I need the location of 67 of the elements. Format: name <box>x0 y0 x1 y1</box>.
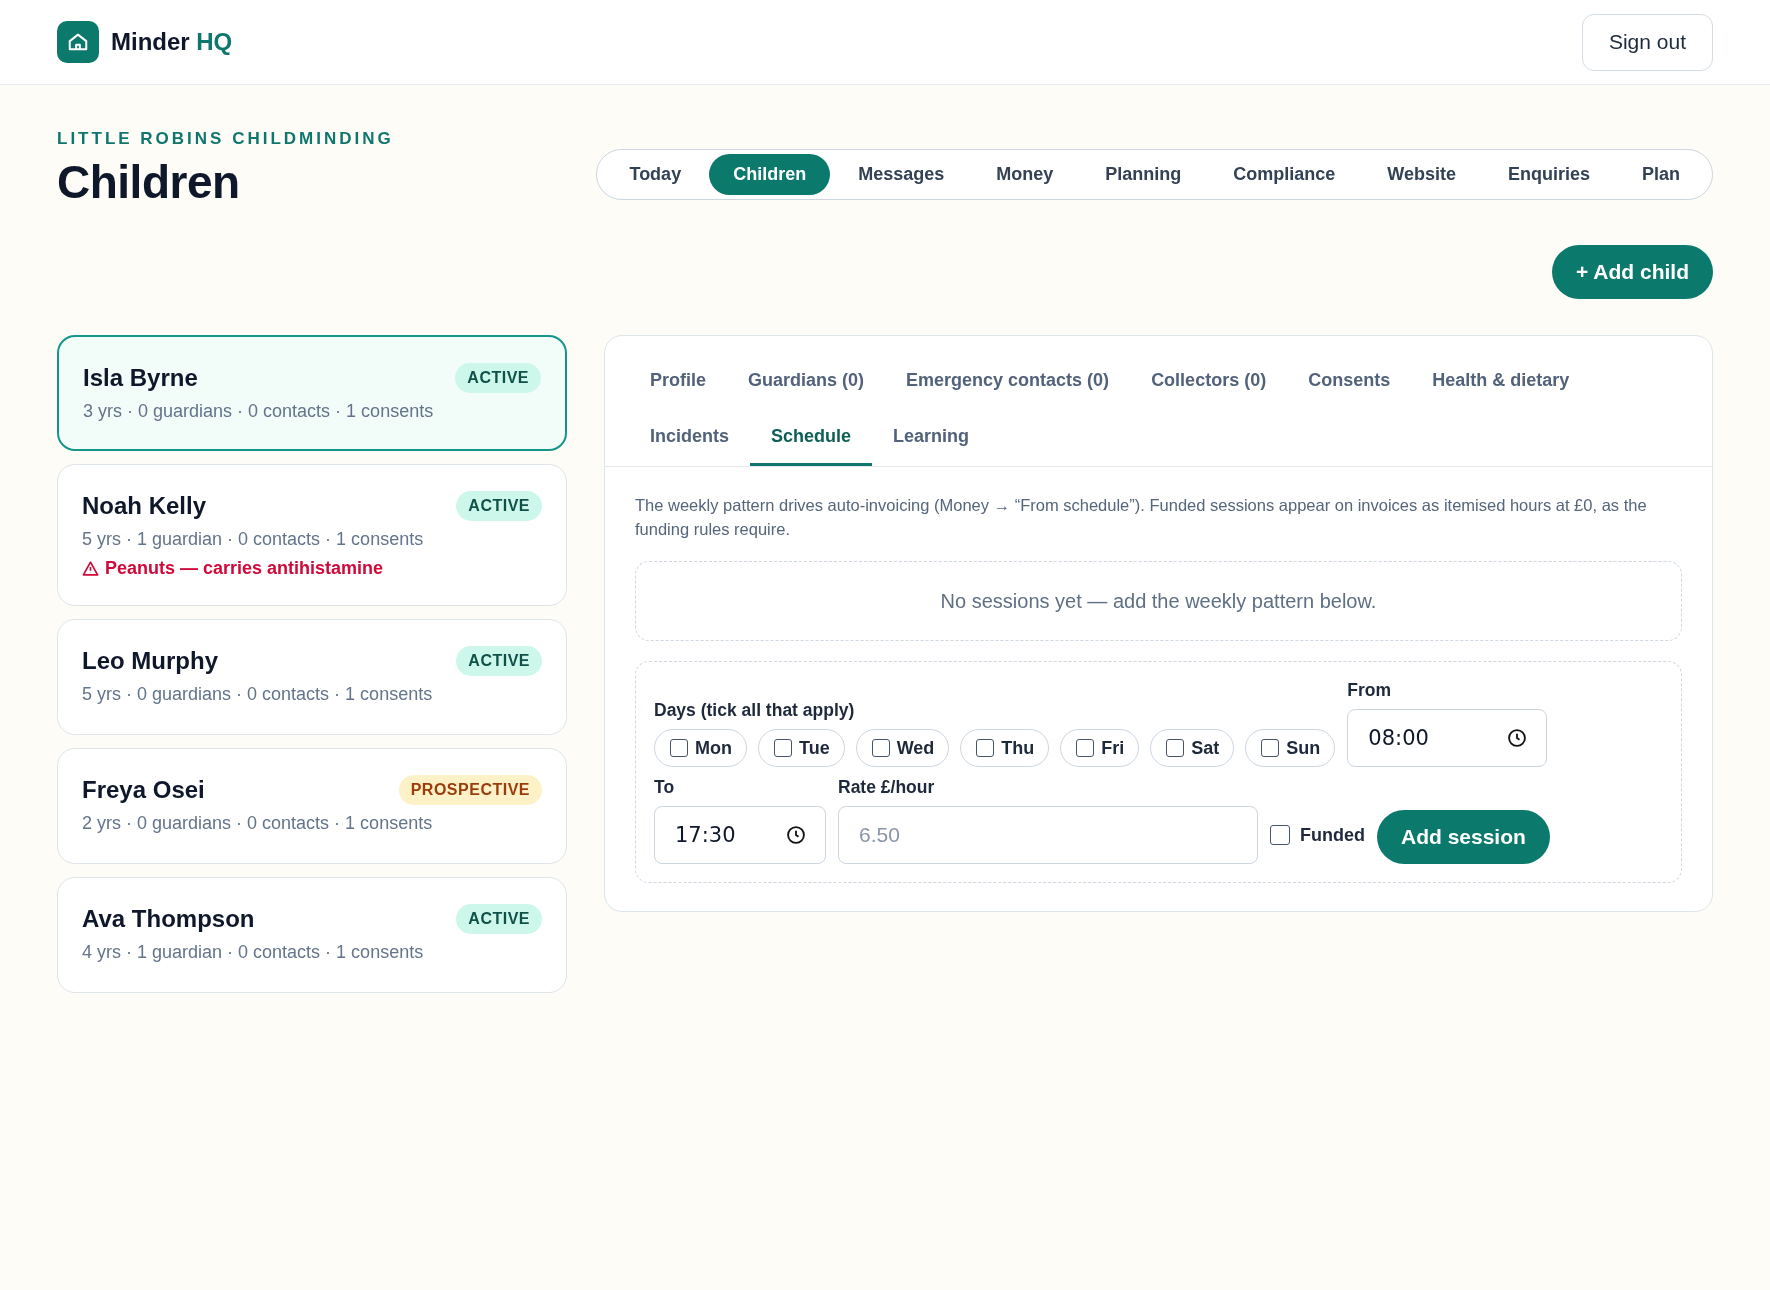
nav-tab[interactable]: Website <box>1363 154 1480 195</box>
day-checkbox[interactable]: Sun <box>1245 729 1336 767</box>
detail-tab[interactable]: Incidents <box>629 410 750 466</box>
detail-tab[interactable]: Consents <box>1287 354 1412 410</box>
child-summary: 2 yrs · 0 guardians · 0 contacts · 1 consents <box>82 813 434 834</box>
empty-message: No sessions yet — add the weekly pattern below. <box>940 589 1377 613</box>
to-time-field[interactable]: 17:30 <box>654 806 826 864</box>
business-name: LITTLE ROBINS CHILDMINDING <box>57 129 394 149</box>
detail-tab[interactable]: Collectors (0) <box>1130 354 1288 410</box>
brand-name: Minder <box>111 28 190 55</box>
warning-icon <box>82 560 99 577</box>
days-label: Days (tick all that apply) <box>654 700 856 721</box>
clock-icon <box>1507 728 1528 748</box>
sign-out-button[interactable]: Sign out <box>1581 13 1713 71</box>
child-name: Leo Murphy <box>82 647 218 675</box>
day-checkbox[interactable]: Wed <box>855 729 950 767</box>
child-name: Freya Osei <box>82 776 205 804</box>
status-badge: ACTIVE <box>455 363 541 393</box>
page-title: Children <box>57 155 241 209</box>
nav-tab[interactable]: Compliance <box>1209 154 1360 195</box>
nav-tab[interactable]: Planning <box>1081 154 1206 195</box>
allergy-note: Peanuts — carries antihistamine <box>105 558 384 579</box>
detail-tab[interactable]: Health & dietary <box>1411 354 1591 410</box>
child-summary: 4 yrs · 1 guardian · 0 contacts · 1 consents <box>82 942 425 963</box>
detail-tab[interactable]: Learning <box>872 410 991 466</box>
child-summary: 5 yrs · 1 guardian · 0 contacts · 1 consents <box>82 529 425 550</box>
logo-icon <box>57 21 99 63</box>
add-session-button[interactable]: Add session <box>1377 810 1550 864</box>
status-badge: PROSPECTIVE <box>398 775 542 805</box>
day-checkbox[interactable]: Thu <box>960 729 1050 767</box>
to-label: To <box>654 777 676 798</box>
child-summary: 5 yrs · 0 guardians · 0 contacts · 1 consents <box>82 684 434 705</box>
status-badge: ACTIVE <box>456 646 542 676</box>
day-checkbox[interactable]: Mon <box>654 729 747 767</box>
clock-icon <box>786 825 806 845</box>
nav-tab[interactable]: Enquiries <box>1483 154 1614 195</box>
rate-field[interactable]: 6.50 <box>838 806 1258 864</box>
status-badge: ACTIVE <box>456 904 542 934</box>
child-card[interactable]: Isla Byrne ACTIVE 3 yrs · 0 guardians · 0 contacts · 1 consents <box>57 335 567 451</box>
child-name: Isla Byrne <box>83 364 198 392</box>
child-name: Noah Kelly <box>82 492 207 520</box>
status-badge: ACTIVE <box>456 491 542 521</box>
detail-tab[interactable]: Profile <box>629 354 727 410</box>
brand-suffix: HQ <box>196 28 233 55</box>
child-card[interactable]: Ava Thompson ACTIVE 4 yrs · 1 guardian · 0 contacts · 1 consents <box>57 877 567 993</box>
from-label: From <box>1347 680 1393 701</box>
child-card[interactable]: Leo Murphy ACTIVE 5 yrs · 0 guardians · 0 contacts · 1 consents <box>57 619 567 735</box>
child-name: Ava Thompson <box>82 905 255 933</box>
detail-tab[interactable]: Schedule <box>750 410 873 466</box>
detail-tab[interactable]: Guardians (0) <box>727 354 886 410</box>
day-checkbox[interactable]: Tue <box>758 729 845 767</box>
schedule-intro: The weekly pattern drives auto-invoicing (Money → “From schedule”). Funded sessions appear on invoices as itemised hours at £0, as the funding rules require. <box>635 495 1648 540</box>
rate-label: Rate £/hour <box>838 777 936 798</box>
child-summary: 3 yrs · 0 guardians · 0 contacts · 1 consents <box>83 401 435 422</box>
nav-tab[interactable]: Messages <box>834 154 969 195</box>
from-time-field[interactable]: 08:00 <box>1347 709 1548 767</box>
funded-checkbox[interactable]: Funded <box>1270 806 1365 864</box>
day-checkbox[interactable]: Fri <box>1060 729 1140 767</box>
nav-tab[interactable]: Today <box>605 154 706 195</box>
nav-tab[interactable]: Children <box>709 154 831 195</box>
add-child-button[interactable]: + Add child <box>1552 245 1713 299</box>
nav-tab[interactable]: Plan <box>1618 154 1704 195</box>
child-card[interactable]: Noah Kelly ACTIVE 5 yrs · 1 guardian · 0 contacts · 1 consents Peanuts — carries antihistamine <box>57 464 567 606</box>
child-card[interactable]: Freya Osei PROSPECTIVE 2 yrs · 0 guardians · 0 contacts · 1 consents <box>57 748 567 864</box>
nav-tab[interactable]: Money <box>972 154 1078 195</box>
detail-tab[interactable]: Emergency contacts (0) <box>885 354 1131 410</box>
day-checkbox[interactable]: Sat <box>1150 729 1235 767</box>
